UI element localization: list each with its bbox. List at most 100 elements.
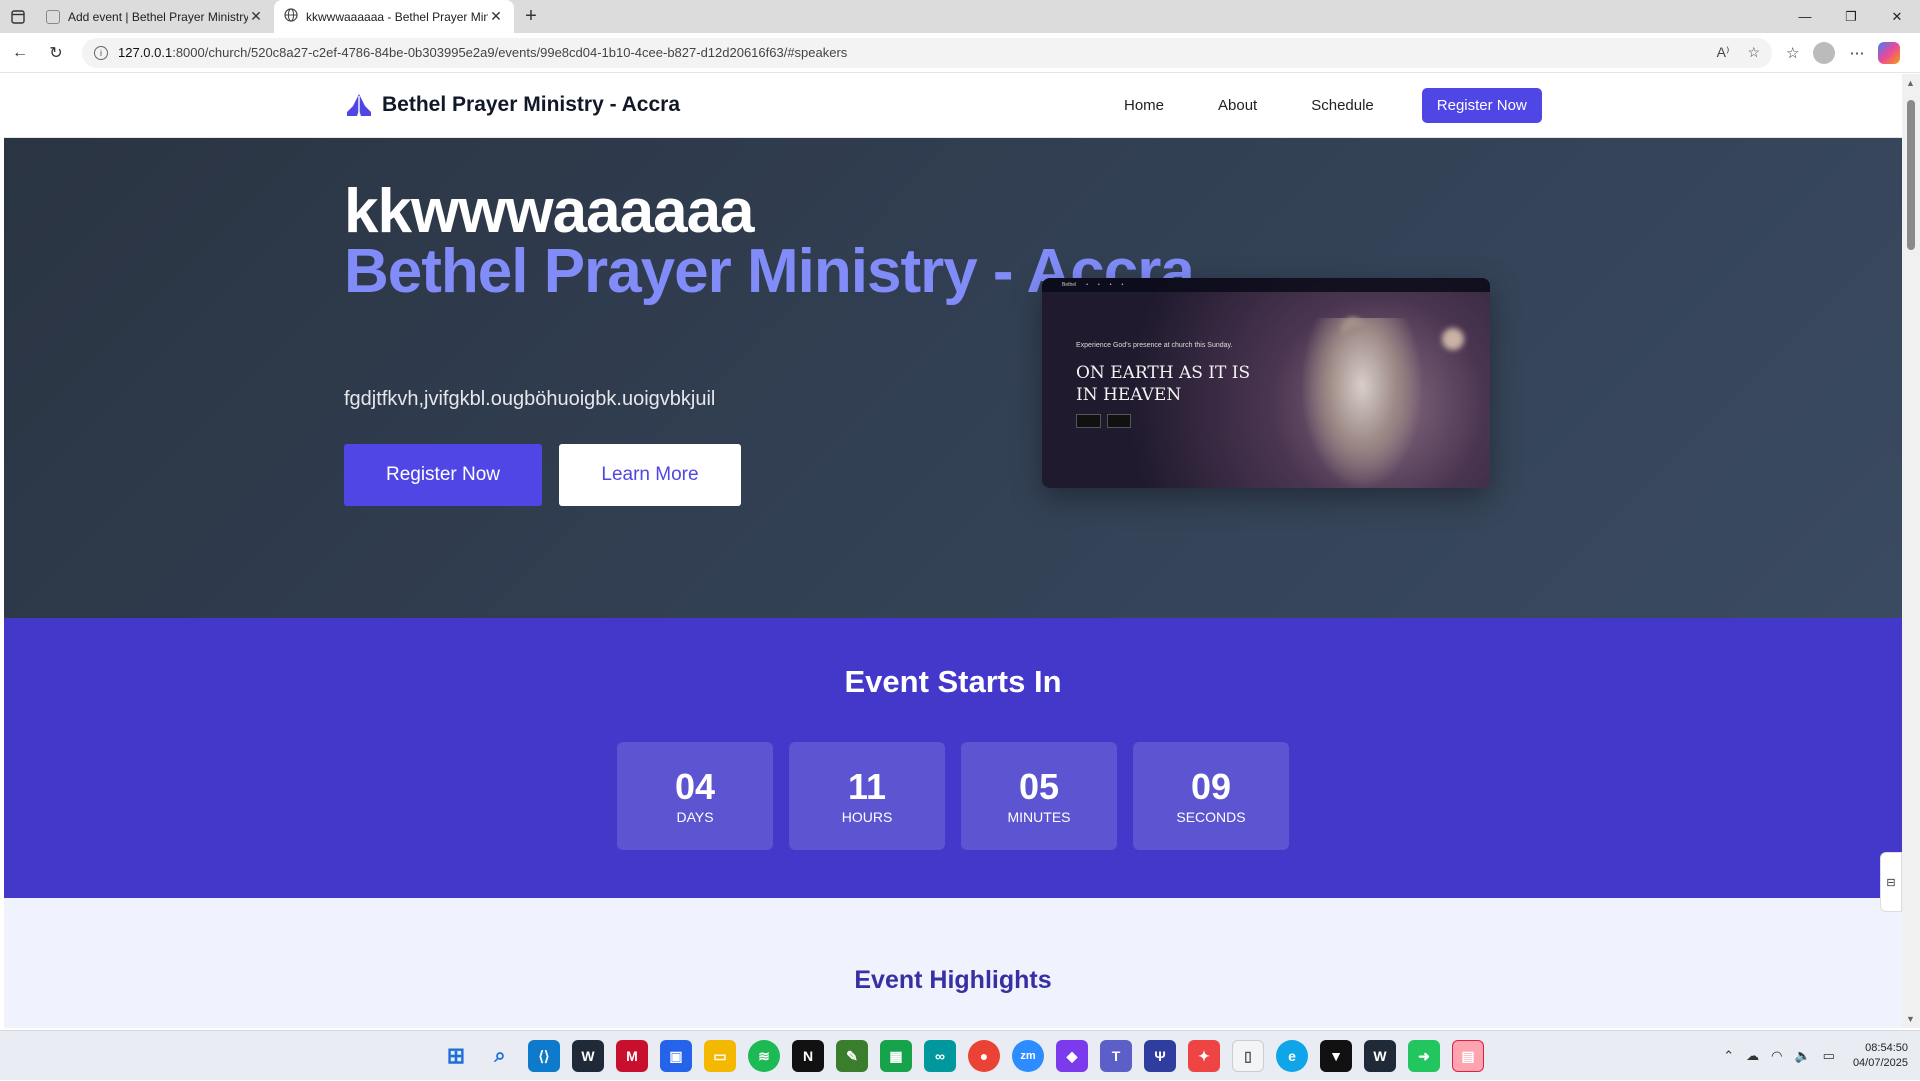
worshipper-figure	[1302, 318, 1422, 488]
teams-icon[interactable]: T	[1100, 1040, 1132, 1072]
search-icon[interactable]: ⌕	[484, 1040, 516, 1072]
visual-studio-icon[interactable]: ◆	[1056, 1040, 1088, 1072]
close-tab-icon[interactable]: ✕	[248, 8, 264, 25]
zoom-icon[interactable]: zm	[1012, 1040, 1044, 1072]
app-icon[interactable]: ➜	[1408, 1040, 1440, 1072]
window-controls: — ❐ ✕	[1782, 0, 1920, 33]
app-icon[interactable]: ▼	[1320, 1040, 1352, 1072]
learn-more-button[interactable]: Learn More	[559, 444, 741, 506]
scroll-up-icon[interactable]: ▲	[1906, 78, 1915, 88]
nav-link-schedule[interactable]: Schedule	[1311, 97, 1374, 114]
favorites-icon[interactable]: ☆	[1786, 44, 1799, 62]
banner-headline: ON EARTH AS IT IS IN HEAVEN	[1076, 363, 1251, 405]
countdown-label: DAYS	[676, 809, 714, 825]
countdown-title: Event Starts In	[844, 664, 1062, 699]
system-tray: ⌃ ☁ ◠ 🔈 ▭ 08:54:50 04/07/2025	[1723, 1031, 1920, 1081]
brand-name: Bethel Prayer Ministry - Accra	[382, 93, 681, 116]
vscode-icon[interactable]: ⟨⟩	[528, 1040, 560, 1072]
countdown-days: 04 DAYS	[617, 742, 773, 850]
os-taskbar: ⊞ ⌕ ⟨⟩ W M ▣ ▭ ≋ N ✎ ▦ ∞ ● zm ◆ T Ψ ✦ ▯ …	[0, 1030, 1920, 1080]
favorite-star-icon[interactable]: ☆	[1747, 44, 1760, 61]
app-icon[interactable]: ▤	[1452, 1040, 1484, 1072]
nav-link-home[interactable]: Home	[1124, 97, 1164, 114]
url-path: :8000/church/520c8a27-c2ef-4786-84be-0b3…	[172, 45, 848, 60]
clock-date: 04/07/2025	[1852, 1057, 1908, 1069]
clock-time: 08:54:50	[1865, 1042, 1908, 1054]
main-nav: Home About Schedule Register Now	[1124, 88, 1542, 123]
store-icon[interactable]: ▣	[660, 1040, 692, 1072]
praying-hands-icon	[347, 94, 371, 116]
refresh-icon[interactable]: ↻	[40, 37, 72, 69]
mcafee-icon[interactable]: M	[616, 1040, 648, 1072]
system-clock[interactable]: 08:54:50 04/07/2025	[1853, 1041, 1908, 1071]
countdown-timer: 04 DAYS 11 HOURS 05 MINUTES 09 SECONDS	[617, 742, 1289, 850]
tab-event-page[interactable]: kkwwwaaaaaa - Bethel Prayer Mini ✕	[274, 0, 514, 33]
countdown-value: 09	[1190, 766, 1232, 807]
banner-light	[1442, 328, 1464, 350]
browser-tab-bar: Add event | Bethel Prayer Ministry ✕ kkw…	[0, 0, 1920, 33]
app-icon[interactable]: W	[1364, 1040, 1396, 1072]
read-aloud-icon[interactable]: A⁾	[1717, 44, 1730, 61]
app-icon[interactable]: Ψ	[1144, 1040, 1176, 1072]
chrome-icon[interactable]: ●	[968, 1040, 1000, 1072]
site-header: Bethel Prayer Ministry - Accra Home Abou…	[4, 74, 1902, 138]
battery-icon[interactable]: ▭	[1823, 1048, 1835, 1064]
notion-icon[interactable]: N	[792, 1040, 824, 1072]
restore-icon[interactable]: ❐	[1828, 0, 1874, 33]
url-host: 127.0.0.1	[118, 45, 173, 60]
windows-start-icon[interactable]: ⊞	[440, 1040, 472, 1072]
countdown-label: HOURS	[841, 809, 893, 825]
hero-section: kkwwwaaaaaa Bethel Prayer Ministry - Acc…	[4, 138, 1902, 618]
copilot-icon[interactable]	[1878, 41, 1901, 64]
onedrive-icon[interactable]: ☁	[1746, 1048, 1759, 1064]
volume-muted-icon[interactable]: 🔈	[1794, 1048, 1810, 1064]
site-brand[interactable]: Bethel Prayer Ministry - Accra	[344, 92, 680, 118]
spotify-icon[interactable]: ≋	[748, 1040, 780, 1072]
back-arrow-icon[interactable]: ←	[4, 37, 36, 69]
site-info-icon[interactable]: i	[94, 45, 108, 60]
profile-avatar[interactable]	[1813, 41, 1836, 64]
event-name: kkwwwaaaaaa	[344, 177, 755, 246]
countdown-value: 11	[847, 766, 887, 807]
wifi-icon[interactable]: ◠	[1771, 1048, 1782, 1064]
page-scrollbar[interactable]: ▲ ▼	[1902, 74, 1920, 1028]
url-field[interactable]: i 127.0.0.1 :8000/church/520c8a27-c2ef-4…	[82, 37, 1772, 68]
nav-link-about[interactable]: About	[1218, 97, 1257, 114]
tab-add-event[interactable]: Add event | Bethel Prayer Ministry ✕	[36, 0, 274, 33]
address-toolbar: ← ↻ i 127.0.0.1 :8000/church/520c8a27-c2…	[0, 33, 1920, 73]
new-tab-button[interactable]: +	[514, 0, 548, 33]
nav-register-button[interactable]: Register Now	[1421, 88, 1542, 123]
taskbar-apps: ⊞ ⌕ ⟨⟩ W M ▣ ▭ ≋ N ✎ ▦ ∞ ● zm ◆ T Ψ ✦ ▯ …	[440, 1040, 1484, 1072]
close-window-icon[interactable]: ✕	[1874, 0, 1920, 33]
register-now-button[interactable]: Register Now	[344, 444, 542, 506]
highlights-title: Event Highlights	[854, 966, 1052, 994]
spreadsheet-icon[interactable]: ▦	[880, 1040, 912, 1072]
countdown-section: Event Starts In 04 DAYS 11 HOURS 05 MINU…	[4, 618, 1902, 898]
banner-kicker: Experience God's presence at church this…	[1076, 342, 1233, 349]
more-options-icon[interactable]: ⋯	[1849, 44, 1864, 62]
edge-icon[interactable]: e	[1276, 1040, 1308, 1072]
globe-icon	[284, 8, 298, 25]
countdown-minutes: 05 MINUTES	[961, 742, 1117, 850]
app-icon[interactable]: ✦	[1188, 1040, 1220, 1072]
page-favicon-icon	[46, 9, 60, 24]
arduino-icon[interactable]: ∞	[924, 1040, 956, 1072]
countdown-hours: 11 HOURS	[789, 742, 945, 850]
highlights-section: Event Highlights	[4, 898, 1902, 1028]
close-tab-icon[interactable]: ✕	[488, 8, 504, 25]
scrollbar-thumb[interactable]	[1907, 100, 1915, 250]
side-feedback-icon[interactable]: ⊟	[1880, 852, 1902, 912]
app-icon[interactable]: ✎	[836, 1040, 868, 1072]
countdown-value: 04	[674, 766, 716, 807]
page-viewport: Bethel Prayer Ministry - Accra Home Abou…	[4, 74, 1902, 1028]
scroll-down-icon[interactable]: ▼	[1906, 1014, 1915, 1024]
minimize-icon[interactable]: —	[1782, 0, 1828, 33]
tab-actions-icon[interactable]	[0, 0, 36, 33]
show-hidden-icons-chevron-icon[interactable]: ⌃	[1723, 1048, 1734, 1064]
banner-buttons	[1076, 414, 1131, 428]
countdown-value: 05	[1018, 766, 1060, 807]
file-icon[interactable]: ▯	[1232, 1040, 1264, 1072]
app-icon[interactable]: W	[572, 1040, 604, 1072]
countdown-label: SECONDS	[1176, 809, 1246, 825]
file-explorer-icon[interactable]: ▭	[704, 1040, 736, 1072]
